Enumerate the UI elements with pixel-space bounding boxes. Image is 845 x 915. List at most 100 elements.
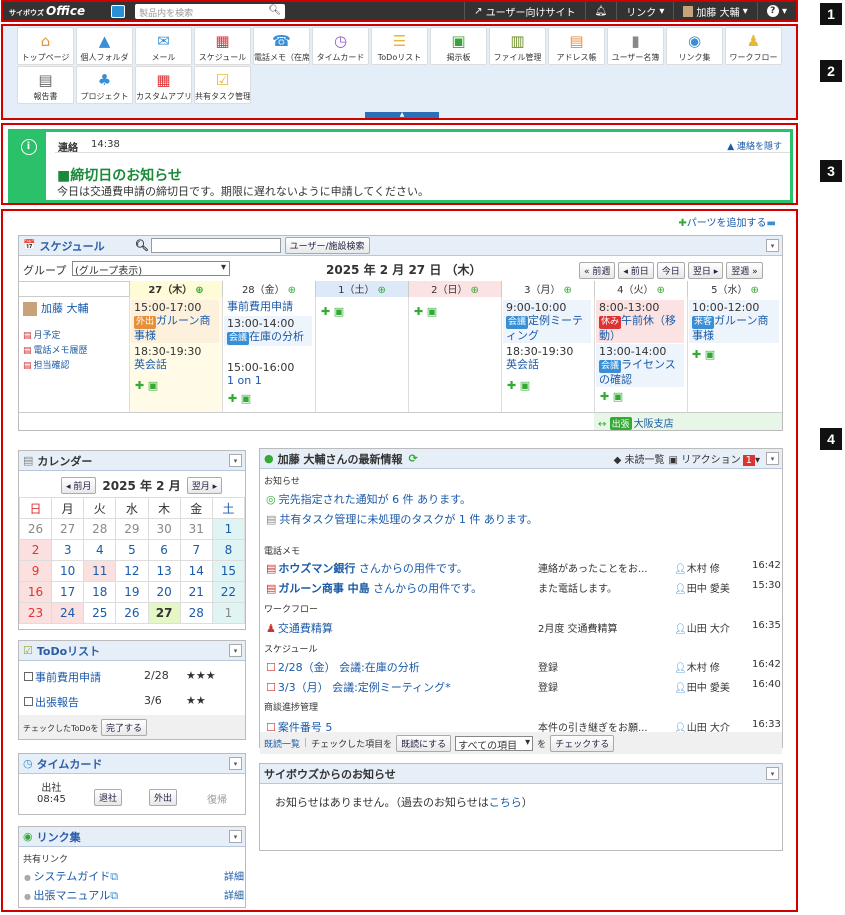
hide-notice-link[interactable]: ▲ 連絡を隠す: [727, 139, 782, 152]
info-row[interactable]: ▤ ガルーン商事 中島 さんからの用件です。 また電話します。 👤︎田中 愛美 15:3…: [266, 580, 781, 595]
app-12[interactable]: ♟ ワークフロー: [725, 27, 782, 65]
app-1[interactable]: ▲ 個人フォルダ: [76, 27, 133, 65]
item-title[interactable]: ホウズマン銀行: [278, 562, 355, 575]
schedule-nav-0[interactable]: « 前週: [579, 262, 616, 279]
search-icon[interactable]: 🔍︎: [135, 239, 149, 252]
complete-todo-button[interactable]: 完了する: [101, 719, 148, 736]
next-month-button[interactable]: 翌月 ▸: [186, 477, 223, 494]
app-4[interactable]: ☎ 電話メモ（在席: [253, 27, 310, 65]
calendar-day[interactable]: 13: [147, 560, 181, 582]
user-link-0[interactable]: ▤ 月予定: [23, 328, 61, 341]
link-item[interactable]: ● システムガイド⧉ 詳細: [24, 868, 244, 884]
app-14[interactable]: ♣ プロジェクト: [76, 66, 133, 104]
calendar-day[interactable]: 27: [51, 518, 85, 540]
schedule-event[interactable]: 9:00-10:00 会議 定例ミーティング: [503, 300, 591, 343]
calendar-day[interactable]: 8: [211, 539, 246, 561]
calendar-day[interactable]: 22: [211, 581, 246, 603]
item-user[interactable]: 👤︎木村 修: [674, 659, 720, 674]
app-logo[interactable]: サイボウズ Office: [9, 4, 85, 18]
calendar-day[interactable]: 9: [18, 560, 53, 582]
read-list-link[interactable]: 既読一覧: [264, 737, 300, 750]
item-user[interactable]: 👤︎田中 愛美: [674, 580, 730, 595]
schedule-nav-3[interactable]: 翌日 ▸: [687, 262, 724, 279]
help-icon[interactable]: ? ▾: [756, 2, 796, 20]
calendar-day[interactable]: 11: [83, 560, 117, 582]
app-5[interactable]: ◷ タイムカード: [312, 27, 369, 65]
day-header[interactable]: 28（金） ⊕: [222, 281, 315, 297]
mark-read-button[interactable]: 既読にする: [396, 734, 452, 752]
calendar-day[interactable]: 24: [51, 602, 85, 624]
panel-menu-button[interactable]: ▾: [766, 239, 779, 252]
todo-item[interactable]: 事前費用申請 2/28 ★★★: [24, 669, 244, 685]
calendar-day[interactable]: 1: [211, 518, 246, 540]
item-user[interactable]: 👤︎山田 大介: [674, 620, 730, 635]
filter-select[interactable]: すべての項目 ▾: [455, 735, 534, 752]
add-event-icon[interactable]: ⊕: [470, 285, 478, 296]
search-input[interactable]: 製品内を検索 🔍︎: [135, 3, 286, 19]
add-event-icon[interactable]: ⊕: [563, 285, 571, 296]
app-9[interactable]: ▤ アドレス帳: [548, 27, 605, 65]
calendar-day[interactable]: 17: [51, 581, 85, 603]
schedule-event[interactable]: 18:30-19:30 英会話: [131, 344, 219, 372]
checkbox[interactable]: [24, 697, 33, 706]
link-item[interactable]: ● 出張マニュアル⧉ 詳細: [24, 887, 244, 903]
calendar-day[interactable]: 10: [51, 560, 85, 582]
link-detail[interactable]: 詳細: [224, 868, 244, 883]
calendar-day[interactable]: 14: [179, 560, 213, 582]
add-event-icon[interactable]: ⊕: [656, 285, 664, 296]
checkbox[interactable]: [24, 672, 33, 681]
prev-month-button[interactable]: ◂ 前月: [61, 477, 97, 494]
calendar-day[interactable]: 28: [179, 602, 213, 624]
notice-text[interactable]: 完先指定された通知が 6 件 あります。: [279, 493, 471, 506]
calendar-day[interactable]: 26: [115, 602, 149, 624]
app-15[interactable]: ▦ カスタムアプリ: [135, 66, 192, 104]
external-link-icon[interactable]: ⧉: [110, 889, 118, 902]
past-news-link[interactable]: こちら: [489, 796, 522, 809]
day-header[interactable]: 3（月） ⊕: [501, 281, 594, 297]
link-name[interactable]: システムガイド: [34, 870, 111, 883]
calendar-day[interactable]: 16: [18, 581, 53, 603]
schedule-nav-2[interactable]: 今日: [656, 262, 685, 279]
calendar-day[interactable]: 23: [18, 602, 53, 624]
calendar-day[interactable]: 15: [211, 560, 246, 582]
item-title[interactable]: 交通費精算: [278, 622, 333, 635]
info-row[interactable]: ☐ 3/3（月） 会議:定例ミーティング* 登録 👤︎田中 愛美 16:40: [266, 679, 781, 694]
day-header[interactable]: 5（水） ⊕: [687, 281, 782, 297]
check-button[interactable]: チェックする: [550, 734, 615, 752]
day-header[interactable]: 4（火） ⊕: [594, 281, 687, 297]
calendar-day[interactable]: 28: [83, 518, 117, 540]
calendar-day[interactable]: 7: [179, 539, 213, 561]
info-row[interactable]: ♟ 交通費精算 2月度 交通費精算 👤︎山田 大介 16:35: [266, 620, 781, 635]
calendar-day[interactable]: 1: [211, 602, 246, 624]
todo-item[interactable]: 出張報告 3/6 ★★: [24, 694, 244, 710]
user-menu[interactable]: 加藤 大輔 ▾: [673, 2, 756, 20]
user-facility-search-button[interactable]: ユーザー/施設検索: [284, 237, 370, 254]
panel-menu-button[interactable]: ▾: [766, 452, 779, 465]
info-row[interactable]: ◎ 完先指定された通知が 6 件 あります。: [266, 491, 776, 506]
todo-name[interactable]: 出張報告: [35, 696, 79, 709]
calendar-day[interactable]: 29: [115, 518, 149, 540]
calendar-day[interactable]: 18: [83, 581, 117, 603]
schedule-event[interactable]: 13:00-14:00 会議 ライセンスの確認: [596, 344, 684, 387]
add-event-icon[interactable]: ⊕: [377, 285, 385, 296]
calendar-day[interactable]: 19: [115, 581, 149, 603]
link-detail[interactable]: 詳細: [224, 887, 244, 902]
schedule-nav-1[interactable]: ◂ 前日: [618, 262, 654, 279]
info-row[interactable]: ☐ 2/28（金） 会議:在庫の分析 登録 👤︎木村 修 16:42: [266, 659, 781, 674]
bell-icon[interactable]: 🔔︎: [584, 2, 617, 20]
add-event-icon[interactable]: ✚ ▣: [507, 379, 530, 392]
item-title[interactable]: ガルーン商事 中島: [278, 582, 369, 595]
calendar-day[interactable]: 21: [179, 581, 213, 603]
calendar-day[interactable]: 30: [147, 518, 181, 540]
calendar-day[interactable]: 20: [147, 581, 181, 603]
return-button[interactable]: 復帰: [207, 791, 227, 806]
item-user[interactable]: 👤︎田中 愛美: [674, 679, 730, 694]
calendar-day[interactable]: 5: [115, 539, 149, 561]
schedule-search-input[interactable]: [150, 238, 281, 253]
add-event-icon[interactable]: ✚ ▣: [135, 379, 158, 392]
user-link-1[interactable]: ▤ 電話メモ履歴: [23, 343, 88, 356]
collapse-apps-toggle[interactable]: ▲: [365, 112, 439, 118]
item-title[interactable]: 3/3（月） 会議:定例ミーティング*: [278, 681, 451, 694]
calendar-day[interactable]: 6: [147, 539, 181, 561]
info-row[interactable]: ▤ 共有タスク管理に未処理のタスクが 1 件 あります。: [266, 511, 776, 526]
